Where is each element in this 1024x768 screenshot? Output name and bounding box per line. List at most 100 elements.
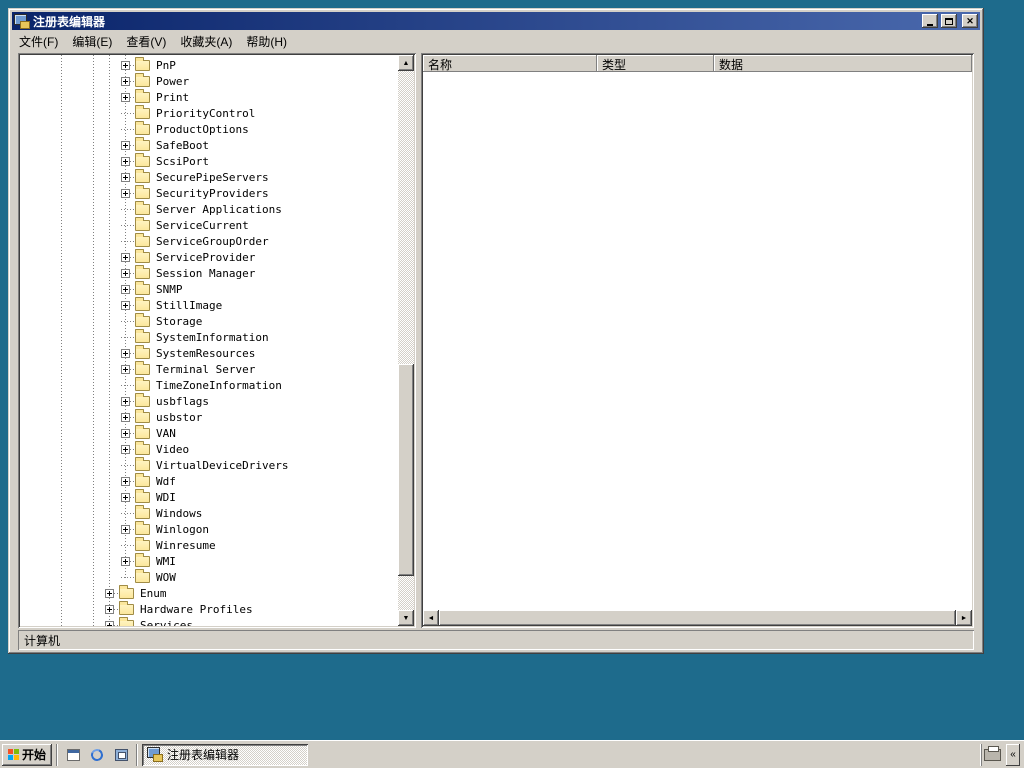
tree-item[interactable]: WDI <box>20 488 398 505</box>
tree-item[interactable]: WOW <box>20 568 398 585</box>
close-button[interactable]: ✕ <box>962 14 978 28</box>
scroll-down-button[interactable]: ▼ <box>398 610 414 626</box>
expand-plus-icon[interactable] <box>121 172 130 182</box>
scroll-right-button[interactable]: ► <box>956 610 972 626</box>
tree-item[interactable]: SecurityProviders <box>20 184 398 201</box>
taskbar-item-registry-editor[interactable]: 注册表编辑器 <box>142 743 309 766</box>
tree-item[interactable]: Winlogon <box>20 520 398 537</box>
tree-item[interactable]: ServiceGroupOrder <box>20 232 398 249</box>
regedit-icon <box>147 747 164 762</box>
title-bar[interactable]: 注册表编辑器 ✕ <box>12 12 980 30</box>
tree-item[interactable]: SNMP <box>20 280 398 297</box>
expand-plus-icon[interactable] <box>121 476 130 486</box>
tree-item[interactable]: StillImage <box>20 296 398 313</box>
expand-plus-icon[interactable] <box>121 300 130 310</box>
status-bar: 计算机 <box>18 630 974 650</box>
expand-plus-icon[interactable] <box>105 604 114 614</box>
window-title: 注册表编辑器 <box>33 14 106 29</box>
expand-plus-icon[interactable] <box>121 444 130 454</box>
tree-item[interactable]: Session Manager <box>20 264 398 281</box>
expand-plus-icon[interactable] <box>121 92 130 102</box>
tree-item[interactable]: ScsiPort <box>20 152 398 169</box>
expand-plus-icon[interactable] <box>121 268 130 278</box>
column-header-data[interactable]: 数据 <box>714 55 972 72</box>
tree-connector <box>121 505 130 521</box>
internet-explorer-icon <box>89 746 105 763</box>
tree-item[interactable]: ServiceProvider <box>20 248 398 265</box>
maximize-button[interactable] <box>941 14 957 28</box>
tree-item-label: Print <box>156 90 190 104</box>
scroll-up-button[interactable]: ▲ <box>398 55 414 71</box>
horizontal-scrollbar-thumb[interactable] <box>439 610 956 626</box>
tree-vertical-scrollbar[interactable]: ▲ ▼ <box>398 55 414 626</box>
system-tray: « <box>981 743 1022 766</box>
tree-item[interactable]: usbflags <box>20 392 398 409</box>
expand-plus-icon[interactable] <box>121 284 130 294</box>
minimize-button[interactable] <box>922 14 938 28</box>
menu-help[interactable]: 帮助(H) <box>239 31 294 52</box>
tree-item-label: VAN <box>156 426 176 440</box>
expand-plus-icon[interactable] <box>121 60 130 70</box>
tree-item[interactable]: ProductOptions <box>20 120 398 137</box>
hidden-icons-chevron[interactable]: « <box>1006 743 1020 766</box>
expand-plus-icon[interactable] <box>105 588 114 598</box>
tree-item[interactable]: Services <box>20 616 398 626</box>
vertical-scrollbar-thumb[interactable] <box>398 364 414 576</box>
tree-item[interactable]: Terminal Server <box>20 360 398 377</box>
tree-item[interactable]: Video <box>20 440 398 457</box>
tree-view[interactable]: PnP Power Print PriorityControl ProductOptio… <box>20 55 398 626</box>
expand-plus-icon[interactable] <box>121 140 130 150</box>
expand-plus-icon[interactable] <box>121 396 130 406</box>
tree-item[interactable]: SafeBoot <box>20 136 398 153</box>
tree-item[interactable]: Hardware Profiles <box>20 600 398 617</box>
menu-view[interactable]: 查看(V) <box>119 31 173 52</box>
expand-plus-icon[interactable] <box>121 492 130 502</box>
tree-item[interactable]: Print <box>20 88 398 105</box>
tree-item[interactable]: PriorityControl <box>20 104 398 121</box>
expand-plus-icon[interactable] <box>121 188 130 198</box>
values-horizontal-scrollbar[interactable]: ◄ ► <box>423 610 972 626</box>
tree-item[interactable]: Wdf <box>20 472 398 489</box>
quick-launch-internet-explorer-icon[interactable] <box>86 744 108 766</box>
quick-launch-explorer-icon[interactable] <box>110 744 132 766</box>
column-header-name[interactable]: 名称 <box>423 55 597 72</box>
tree-item[interactable]: PnP <box>20 56 398 73</box>
expand-plus-icon[interactable] <box>121 556 130 566</box>
tree-item[interactable]: Power <box>20 72 398 89</box>
expand-plus-icon[interactable] <box>121 524 130 534</box>
values-list[interactable] <box>423 72 972 610</box>
tree-item[interactable]: SystemInformation <box>20 328 398 345</box>
tree-item[interactable]: ServiceCurrent <box>20 216 398 233</box>
tree-item[interactable]: Storage <box>20 312 398 329</box>
expand-plus-icon[interactable] <box>121 364 130 374</box>
expand-plus-icon[interactable] <box>121 156 130 166</box>
expand-plus-icon[interactable] <box>121 76 130 86</box>
start-button[interactable]: 开始 <box>2 743 53 766</box>
scroll-left-button[interactable]: ◄ <box>423 610 439 626</box>
tree-item[interactable]: Windows <box>20 504 398 521</box>
tree-item-label: usbstor <box>156 410 203 424</box>
menu-favorites[interactable]: 收藏夹(A) <box>173 31 239 52</box>
tree-item[interactable]: Server Applications <box>20 200 398 217</box>
expand-plus-icon[interactable] <box>121 348 130 358</box>
expand-plus-icon[interactable] <box>121 252 130 262</box>
quick-launch-show-desktop-icon[interactable] <box>62 744 84 766</box>
tree-item[interactable]: SystemResources <box>20 344 398 361</box>
printer-icon[interactable] <box>984 745 1001 761</box>
tree-item[interactable]: usbstor <box>20 408 398 425</box>
tree-item[interactable]: WMI <box>20 552 398 569</box>
tree-item[interactable]: Enum <box>20 584 398 601</box>
tree-item[interactable]: VirtualDeviceDrivers <box>20 456 398 473</box>
expand-plus-icon[interactable] <box>121 428 130 438</box>
tree-item[interactable]: VAN <box>20 424 398 441</box>
expand-plus-icon[interactable] <box>121 412 130 422</box>
tree-item-label: PnP <box>156 58 176 72</box>
column-header-type[interactable]: 类型 <box>597 55 714 72</box>
expand-plus-icon[interactable] <box>105 620 114 626</box>
menu-edit[interactable]: 编辑(E) <box>65 31 119 52</box>
tree-item[interactable]: Winresume <box>20 536 398 553</box>
tree-item[interactable]: TimeZoneInformation <box>20 376 398 393</box>
tree-item[interactable]: SecurePipeServers <box>20 168 398 185</box>
menu-file[interactable]: 文件(F) <box>12 31 65 52</box>
tree-connector <box>121 537 130 553</box>
